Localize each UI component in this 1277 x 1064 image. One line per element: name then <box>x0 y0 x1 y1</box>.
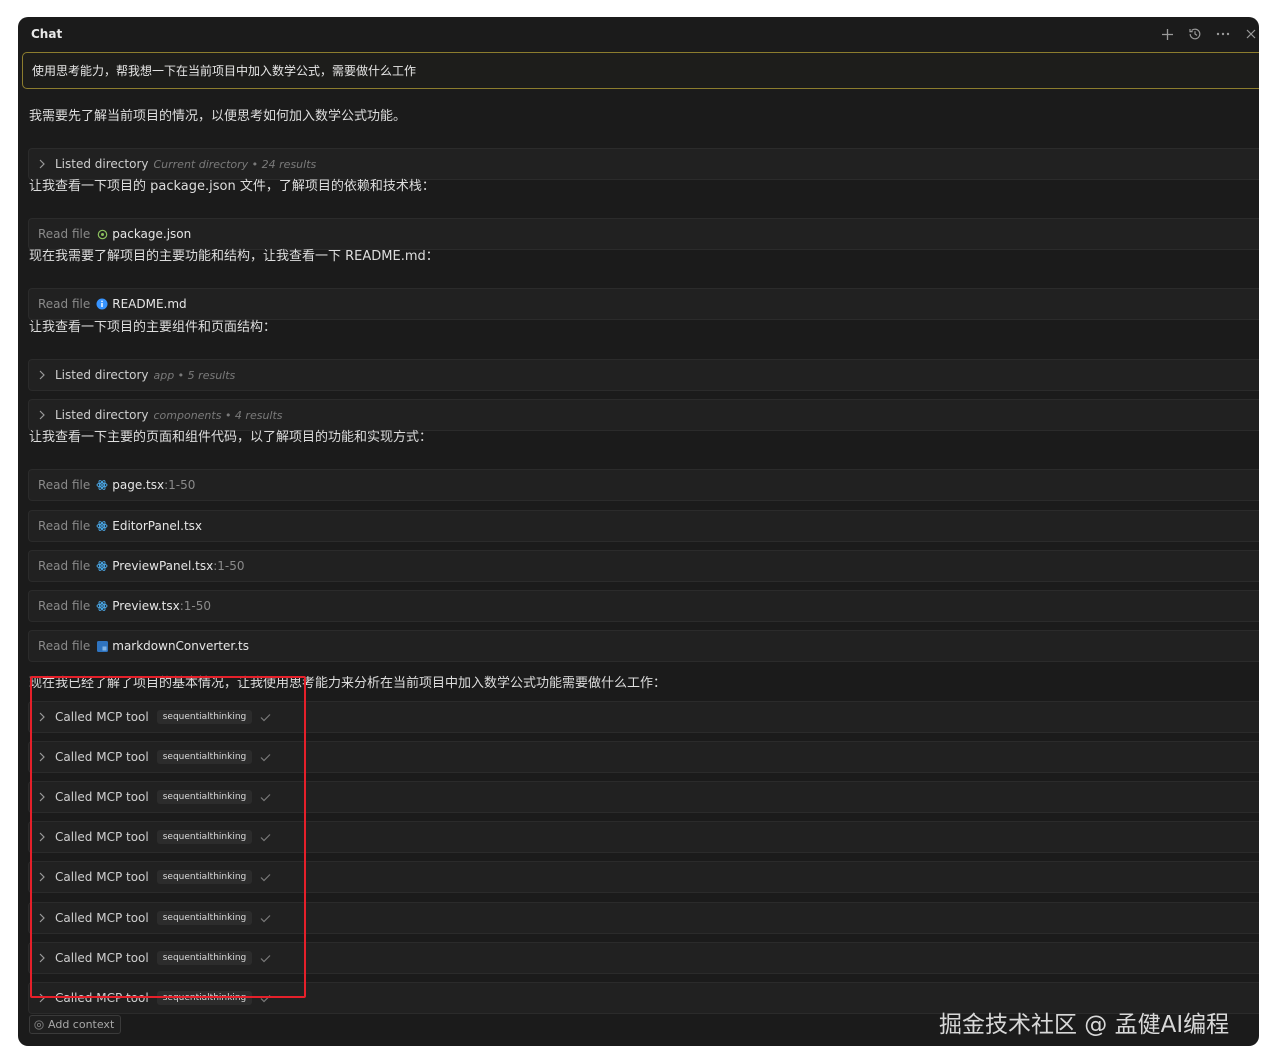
assistant-text: 让我查看一下主要的页面和组件代码，以了解项目的功能和实现方式： <box>29 430 433 445</box>
tool-action-label: Listed directory <box>55 408 149 422</box>
react-icon <box>96 520 108 532</box>
check-icon <box>260 873 271 882</box>
read-file-label: Read file <box>38 559 91 573</box>
tool-name-badge: sequentialthinking <box>156 830 253 844</box>
assistant-text: 现在我需要了解项目的主要功能和结构，让我查看一下 README.md： <box>29 249 439 264</box>
check-icon <box>260 833 271 842</box>
assistant-text: 我需要先了解当前项目的情况，以便思考如何加入数学公式功能。 <box>29 109 407 124</box>
react-icon <box>96 560 108 572</box>
assistant-text: 现在我已经了解了项目的基本情况，让我使用思考能力来分析在当前项目中加入数学公式功… <box>29 676 667 691</box>
react-icon <box>96 600 108 612</box>
read-file-row[interactable]: Read file PreviewPanel.tsx :1-50 <box>28 550 1259 582</box>
chevron-right-icon <box>38 831 50 843</box>
json-icon <box>96 228 108 240</box>
check-icon <box>260 713 271 722</box>
mcp-call-row[interactable]: Called MCP tool sequentialthinking <box>28 942 1259 974</box>
file-name: Preview.tsx <box>112 599 180 613</box>
listed-directory-row[interactable]: Listed directory app • 5 results <box>28 359 1259 391</box>
user-message-text: 使用思考能力，帮我想一下在当前项目中加入数学公式，需要做什么工作 <box>32 64 417 78</box>
typescript-icon <box>96 640 108 652</box>
mcp-call-row[interactable]: Called MCP tool sequentialthinking <box>28 781 1259 813</box>
read-file-row[interactable]: Read file markdownConverter.ts <box>28 630 1259 662</box>
tool-name-badge: sequentialthinking <box>156 750 253 764</box>
tool-action-label: Called MCP tool <box>55 790 149 804</box>
read-file-label: Read file <box>38 639 91 653</box>
mcp-call-row[interactable]: Called MCP tool sequentialthinking <box>28 861 1259 893</box>
file-range: :1-50 <box>179 599 212 613</box>
chat-window: Chat 使用思考能力，帮我想一下在当前项目中加入数学公式，需要做什么工作 我需… <box>18 17 1259 1046</box>
window-title: Chat <box>31 27 63 41</box>
file-name: package.json <box>112 227 192 241</box>
tool-action-label: Called MCP tool <box>55 870 149 884</box>
file-name: README.md <box>112 297 187 311</box>
read-file-label: Read file <box>38 227 91 241</box>
chevron-right-icon <box>38 158 50 170</box>
react-icon <box>96 479 108 491</box>
watermark: 掘金技术社区 @ 孟健AI编程 <box>939 1012 1230 1038</box>
tool-action-label: Called MCP tool <box>55 991 149 1005</box>
title-bar-actions <box>1159 25 1259 43</box>
chevron-right-icon <box>38 751 50 763</box>
assistant-text: 让我查看一下项目的主要组件和页面结构： <box>29 320 277 335</box>
add-context-label: Add context <box>48 1018 115 1031</box>
chevron-right-icon <box>38 791 50 803</box>
tool-name-badge: sequentialthinking <box>156 951 253 965</box>
tool-action-label: Called MCP tool <box>55 951 149 965</box>
chevron-right-icon <box>38 369 50 381</box>
mcp-call-row[interactable]: Called MCP tool sequentialthinking <box>28 821 1259 853</box>
tool-name-badge: sequentialthinking <box>156 991 253 1005</box>
tool-action-label: Called MCP tool <box>55 750 149 764</box>
tool-name-badge: sequentialthinking <box>156 911 253 925</box>
history-icon[interactable] <box>1187 25 1203 43</box>
title-bar: Chat <box>18 17 1259 51</box>
tool-name-badge: sequentialthinking <box>156 790 253 804</box>
mcp-call-row[interactable]: Called MCP tool sequentialthinking <box>28 741 1259 773</box>
tool-action-label: Called MCP tool <box>55 710 149 724</box>
file-name: EditorPanel.tsx <box>112 519 203 533</box>
user-message[interactable]: 使用思考能力，帮我想一下在当前项目中加入数学公式，需要做什么工作 <box>22 52 1259 89</box>
tool-name-badge: sequentialthinking <box>156 710 253 724</box>
check-icon <box>260 994 271 1003</box>
tool-meta: components • 4 results <box>153 408 283 422</box>
at-icon <box>34 1019 44 1030</box>
mcp-call-row[interactable]: Called MCP tool sequentialthinking <box>28 902 1259 934</box>
file-name: PreviewPanel.tsx <box>112 559 214 573</box>
chevron-right-icon <box>38 912 50 924</box>
file-range: :1-50 <box>164 478 196 492</box>
read-file-row[interactable]: Read file Preview.tsx :1-50 <box>28 590 1259 622</box>
chevron-right-icon <box>38 871 50 883</box>
read-file-row[interactable]: Read file page.tsx :1-50 <box>28 469 1259 501</box>
read-file-label: Read file <box>38 599 91 613</box>
chevron-right-icon <box>38 992 50 1004</box>
plus-icon[interactable] <box>1159 25 1175 43</box>
chevron-right-icon <box>38 711 50 723</box>
read-file-label: Read file <box>38 519 91 533</box>
check-icon <box>260 954 271 963</box>
close-icon[interactable] <box>1243 25 1259 43</box>
tool-action-label: Called MCP tool <box>55 911 149 925</box>
add-context-button[interactable]: Add context <box>29 1015 122 1034</box>
tool-action-label: Called MCP tool <box>55 830 149 844</box>
tool-meta: Current directory • 24 results <box>153 157 317 171</box>
tool-action-label: Listed directory <box>55 157 149 171</box>
tool-action-label: Listed directory <box>55 368 149 382</box>
mcp-call-row[interactable]: Called MCP tool sequentialthinking <box>28 701 1259 733</box>
read-file-label: Read file <box>38 478 91 492</box>
tool-name-badge: sequentialthinking <box>156 870 253 884</box>
assistant-text: 让我查看一下项目的 package.json 文件，了解项目的依赖和技术栈： <box>29 179 435 194</box>
file-range: :1-50 <box>213 559 245 573</box>
file-name: page.tsx <box>112 478 165 492</box>
check-icon <box>260 793 271 802</box>
tool-meta: app • 5 results <box>153 368 236 382</box>
read-file-row[interactable]: Read file EditorPanel.tsx <box>28 510 1259 542</box>
more-icon[interactable] <box>1215 25 1231 43</box>
check-icon <box>260 753 271 762</box>
read-file-label: Read file <box>38 297 91 311</box>
chevron-right-icon <box>38 952 50 964</box>
chevron-right-icon <box>38 409 50 421</box>
info-icon <box>96 298 108 310</box>
check-icon <box>260 914 271 923</box>
file-name: markdownConverter.ts <box>112 639 249 653</box>
